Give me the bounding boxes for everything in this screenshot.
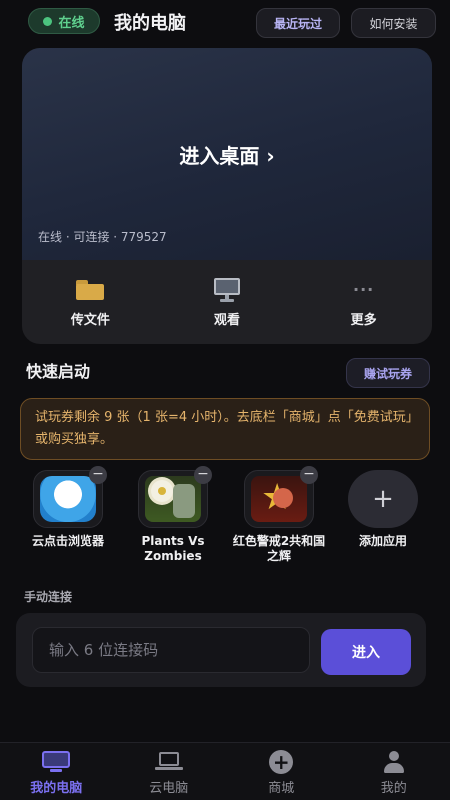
connection-status-line: 在线 · 可连接 · 779527 <box>38 230 167 244</box>
desktop-card: 进入桌面 › 在线 · 可连接 · 779527 传文件 观看 ··· 更多 <box>22 48 432 344</box>
connect-enter-button[interactable]: 进入 <box>321 629 411 675</box>
more-button[interactable]: ··· 更多 <box>309 277 419 328</box>
folder-icon <box>76 279 105 300</box>
remove-app-button[interactable]: − <box>194 466 212 484</box>
app-name: 红色警戒2共和国之辉 <box>232 534 326 563</box>
app-root: 在线 我的电脑 最近玩过 如何安装 进入桌面 › 在线 · 可连接 · 7795… <box>0 0 450 800</box>
plus-circle-icon: + <box>269 750 294 774</box>
watch-label: 观看 <box>213 312 240 328</box>
enter-desktop-area[interactable]: 进入桌面 › 在线 · 可连接 · 779527 <box>22 48 432 260</box>
manual-connect-card: 进入 <box>16 613 426 687</box>
plus-icon[interactable]: + <box>348 470 418 528</box>
add-app-label: 添加应用 <box>358 534 407 548</box>
nav-label: 我的电脑 <box>30 781 83 796</box>
monitor-icon <box>42 751 71 773</box>
trial-coupon-notice: 试玩券剩余 9 张（1 张=4 小时）。去底栏「商城」点「免费试玩」或购买独享。 <box>20 398 430 460</box>
nav-item-cloud-computer[interactable]: 云电脑 <box>119 743 219 796</box>
quick-apps-row: − 云点击浏览器 − Plants Vs Zombies ★ − 红色警戒2共和… <box>0 466 450 580</box>
add-app-button[interactable]: + 添加应用 <box>331 470 435 549</box>
app-tile[interactable]: − <box>33 466 107 528</box>
user-icon <box>382 750 406 774</box>
nav-item-me[interactable]: 我的 <box>344 743 444 796</box>
how-to-install-button[interactable]: 如何安装 <box>351 8 436 38</box>
desktop-actions: 传文件 观看 ··· 更多 <box>22 260 432 344</box>
earn-trial-coupon-button[interactable]: 赚试玩券 <box>346 358 430 388</box>
manual-connect-label: 手动连接 <box>24 590 73 604</box>
nav-label: 云电脑 <box>149 781 189 796</box>
transfer-files-button[interactable]: 传文件 <box>35 277 145 328</box>
remove-app-button[interactable]: − <box>300 466 318 484</box>
nav-label: 商城 <box>268 781 295 796</box>
laptop-icon <box>154 752 183 772</box>
app-tile[interactable]: ★ − <box>244 466 318 528</box>
online-dot-icon <box>43 16 53 26</box>
red-alert-icon: ★ <box>251 476 307 522</box>
remove-app-button[interactable]: − <box>89 466 107 484</box>
bottom-nav: 我的电脑 云电脑 + 商城 我的 <box>0 742 450 800</box>
nav-label: 我的 <box>380 781 407 796</box>
app-name: Plants Vs Zombies <box>141 534 205 563</box>
header: 在线 我的电脑 最近玩过 如何安装 <box>0 6 450 42</box>
more-icon: ··· <box>353 279 375 299</box>
quick-start-title: 快速启动 <box>26 362 91 381</box>
recent-played-button[interactable]: 最近玩过 <box>256 8 340 38</box>
app-tile[interactable]: − <box>138 466 212 528</box>
connection-code-input[interactable] <box>32 627 310 673</box>
transfer-files-label: 传文件 <box>70 312 110 328</box>
watch-button[interactable]: 观看 <box>172 277 282 328</box>
monitor-icon <box>213 277 240 302</box>
online-status-badge: 在线 <box>28 8 100 34</box>
app-name: 云点击浏览器 <box>31 534 104 548</box>
cloud-browser-icon <box>40 476 96 522</box>
nav-item-my-computer[interactable]: 我的电脑 <box>6 743 106 796</box>
online-status-label: 在线 <box>58 15 85 31</box>
plants-vs-zombies-icon <box>145 476 201 522</box>
app-item-red-alert[interactable]: ★ − 红色警戒2共和国之辉 <box>227 466 331 564</box>
more-label: 更多 <box>350 312 377 328</box>
app-item-cloud-browser[interactable]: − 云点击浏览器 <box>16 466 120 549</box>
nav-item-store[interactable]: + 商城 <box>231 743 331 796</box>
app-item-plants-vs-zombies[interactable]: − Plants Vs Zombies <box>121 466 225 564</box>
enter-desktop-label[interactable]: 进入桌面 › <box>22 140 432 169</box>
page-title: 我的电脑 <box>114 13 186 34</box>
